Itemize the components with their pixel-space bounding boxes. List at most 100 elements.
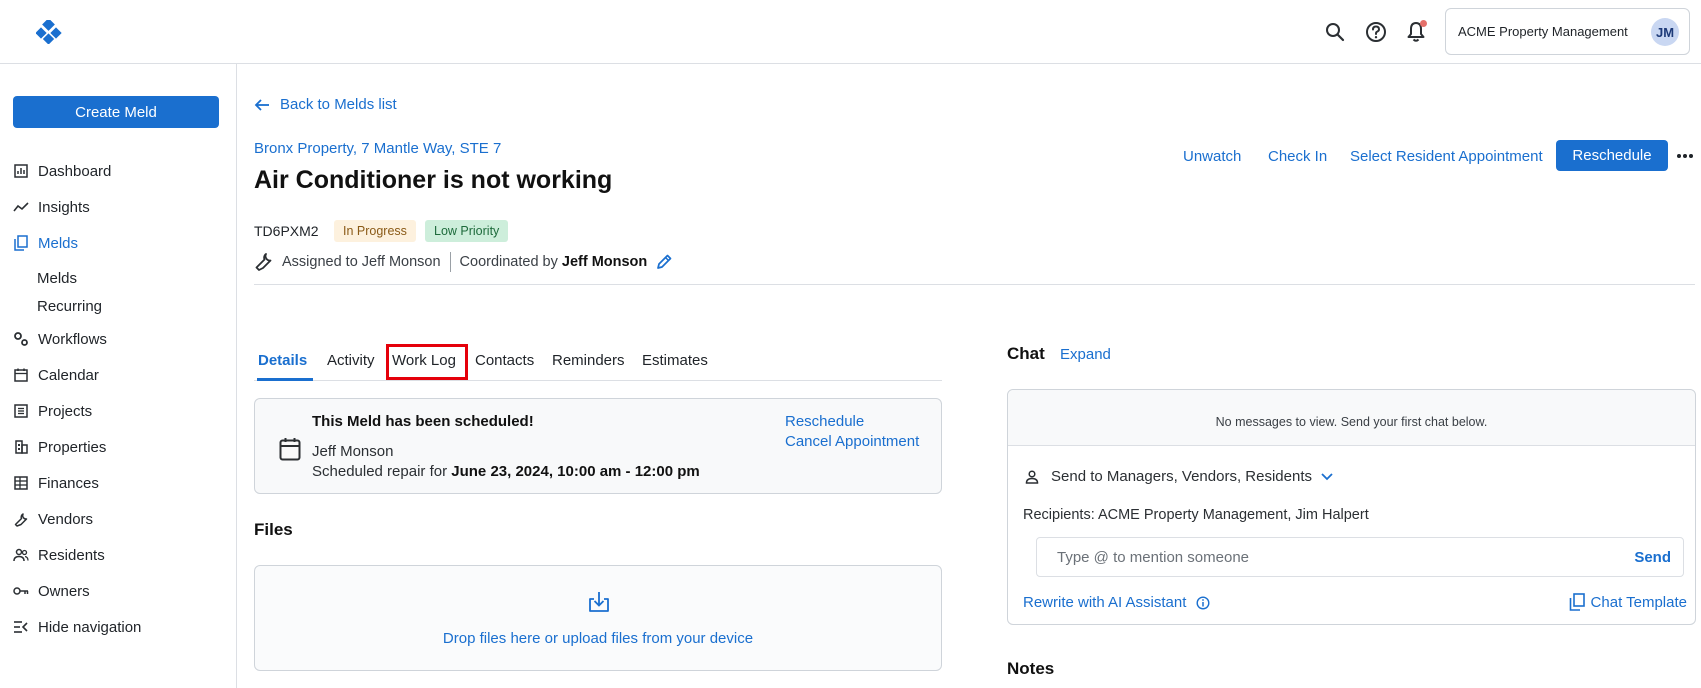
chat-heading: Chat — [1007, 344, 1045, 363]
calendar-icon — [13, 367, 29, 383]
chat-template-link[interactable]: Chat Template — [1569, 593, 1687, 611]
search-icon[interactable] — [1323, 20, 1347, 44]
info-icon[interactable] — [1196, 595, 1210, 610]
send-button[interactable]: Send — [1634, 549, 1683, 566]
sidebar-item-vendors[interactable]: Vendors — [13, 506, 93, 532]
assignment-row: Assigned to Jeff Monson Coordinated by J… — [254, 252, 673, 272]
copy-icon — [1569, 593, 1585, 611]
app-logo-icon[interactable] — [36, 20, 62, 44]
workflows-icon — [13, 331, 29, 347]
chat-input-box: Send — [1036, 537, 1684, 577]
sidebar-item-label: Hide navigation — [38, 618, 142, 636]
sidebar-item-label: Properties — [38, 438, 107, 456]
sidebar-item-label: Melds — [38, 234, 79, 252]
assigned-to-text: Assigned to Jeff Monson — [282, 254, 441, 270]
sidebar-item-hide-navigation[interactable]: Hide navigation — [13, 614, 141, 640]
scheduled-time-value: June 23, 2024, 10:00 am - 12:00 pm — [451, 463, 700, 480]
person-icon — [1025, 469, 1039, 484]
page-title: Air Conditioner is not working — [254, 166, 613, 194]
tab-estimates[interactable]: Estimates — [642, 352, 708, 369]
tab-activity[interactable]: Activity — [327, 352, 375, 369]
sidebar-item-owners[interactable]: Owners — [13, 578, 90, 604]
sidebar-item-insights[interactable]: Insights — [13, 194, 90, 220]
chat-template-label: Chat Template — [1590, 593, 1687, 611]
sidebar-subitem-melds[interactable]: Melds — [37, 267, 77, 289]
rewrite-ai-link[interactable]: Rewrite with AI Assistant — [1023, 594, 1210, 611]
meld-tabs: Details Activity Work Log Contacts Remin… — [254, 346, 942, 381]
sidebar-item-label: Projects — [38, 402, 93, 420]
sidebar-item-properties[interactable]: Properties — [13, 434, 106, 460]
meld-id: TD6PXM2 — [254, 223, 319, 239]
tab-details[interactable]: Details — [258, 352, 307, 369]
download-tray-icon — [589, 592, 609, 612]
sidebar-item-melds[interactable]: Melds — [13, 230, 78, 256]
org-switcher[interactable]: ACME Property Management JM — [1445, 8, 1690, 55]
residents-icon — [13, 547, 29, 563]
finances-icon — [13, 475, 29, 491]
sidebar-item-label: Workflows — [38, 330, 107, 348]
file-drop-zone[interactable]: Drop files here or upload files from you… — [254, 565, 942, 671]
melds-icon — [13, 235, 29, 251]
chevron-down-icon — [1321, 472, 1333, 480]
schedule-card: This Meld has been scheduled! Jeff Monso… — [254, 398, 942, 494]
sidebar-item-label: Finances — [38, 474, 99, 492]
sidebar-subitem-recurring[interactable]: Recurring — [37, 295, 102, 317]
bell-icon[interactable] — [1404, 20, 1428, 44]
org-name: ACME Property Management — [1458, 24, 1628, 39]
chat-expand-link[interactable]: Expand — [1060, 346, 1111, 363]
status-badge: In Progress — [334, 220, 416, 242]
wrench-icon — [255, 253, 272, 271]
sidebar-item-projects[interactable]: Projects — [13, 398, 92, 424]
reschedule-button[interactable]: Reschedule — [1556, 140, 1668, 171]
cancel-appointment-link[interactable]: Cancel Appointment — [785, 433, 919, 450]
chat-message-input[interactable] — [1037, 548, 1635, 566]
sidebar-item-residents[interactable]: Residents — [13, 542, 105, 568]
sidebar-item-label: Insights — [38, 198, 90, 216]
sidebar-item-calendar[interactable]: Calendar — [13, 362, 99, 388]
vendors-icon — [13, 511, 29, 527]
dashboard-icon — [13, 163, 29, 179]
create-meld-button[interactable]: Create Meld — [13, 96, 219, 128]
sidebar-item-dashboard[interactable]: Dashboard — [13, 158, 111, 184]
property-link[interactable]: Bronx Property, 7 Mantle Way, STE 7 — [254, 140, 501, 157]
recipients-text: Recipients: ACME Property Management, Ji… — [1023, 507, 1369, 523]
sidebar-item-label: Owners — [38, 582, 90, 600]
check-in-button[interactable]: Check In — [1268, 148, 1327, 165]
sidebar-item-label: Dashboard — [38, 162, 112, 180]
tab-work-log[interactable]: Work Log — [392, 352, 456, 369]
tab-reminders[interactable]: Reminders — [552, 352, 625, 369]
sidebar-item-label: Residents — [38, 546, 105, 564]
notes-heading: Notes — [1007, 659, 1055, 678]
projects-icon — [13, 403, 29, 419]
sidebar-item-finances[interactable]: Finances — [13, 470, 99, 496]
pencil-icon[interactable] — [655, 253, 673, 271]
sidebar: Create Meld Dashboard Insights Melds Mel… — [0, 64, 237, 688]
sidebar-item-workflows[interactable]: Workflows — [13, 326, 107, 352]
sidebar-item-label: Vendors — [38, 510, 94, 528]
send-to-label: Send to Managers, Vendors, Residents — [1051, 468, 1312, 485]
rewrite-ai-label: Rewrite with AI Assistant — [1023, 594, 1187, 611]
header-divider — [254, 284, 1695, 285]
more-options-icon[interactable] — [1675, 148, 1695, 164]
active-tab-underline — [257, 378, 313, 381]
scheduled-time-prefix: Scheduled repair for — [312, 463, 448, 480]
calendar-icon — [279, 438, 301, 461]
tab-contacts[interactable]: Contacts — [475, 352, 534, 369]
priority-badge: Low Priority — [425, 220, 509, 242]
unwatch-button[interactable]: Unwatch — [1183, 148, 1241, 165]
back-to-melds-link[interactable]: Back to Melds list — [254, 96, 397, 113]
avatar[interactable]: JM — [1651, 18, 1679, 46]
scheduled-person: Jeff Monson — [312, 443, 394, 460]
notification-dot — [1420, 20, 1427, 27]
schedule-reschedule-link[interactable]: Reschedule — [785, 413, 864, 430]
hide-nav-icon — [13, 619, 29, 635]
insights-icon — [13, 199, 29, 215]
send-to-dropdown[interactable]: Send to Managers, Vendors, Residents — [1025, 468, 1334, 485]
select-resident-appointment-button[interactable]: Select Resident Appointment — [1350, 148, 1543, 165]
files-heading: Files — [254, 520, 293, 539]
schedule-title: This Meld has been scheduled! — [312, 413, 534, 430]
scheduled-time: Scheduled repair for June 23, 2024, 10:0… — [312, 463, 700, 480]
help-icon[interactable] — [1364, 20, 1388, 44]
chat-panel: No messages to view. Send your first cha… — [1007, 389, 1696, 625]
sidebar-item-label: Calendar — [38, 366, 99, 384]
